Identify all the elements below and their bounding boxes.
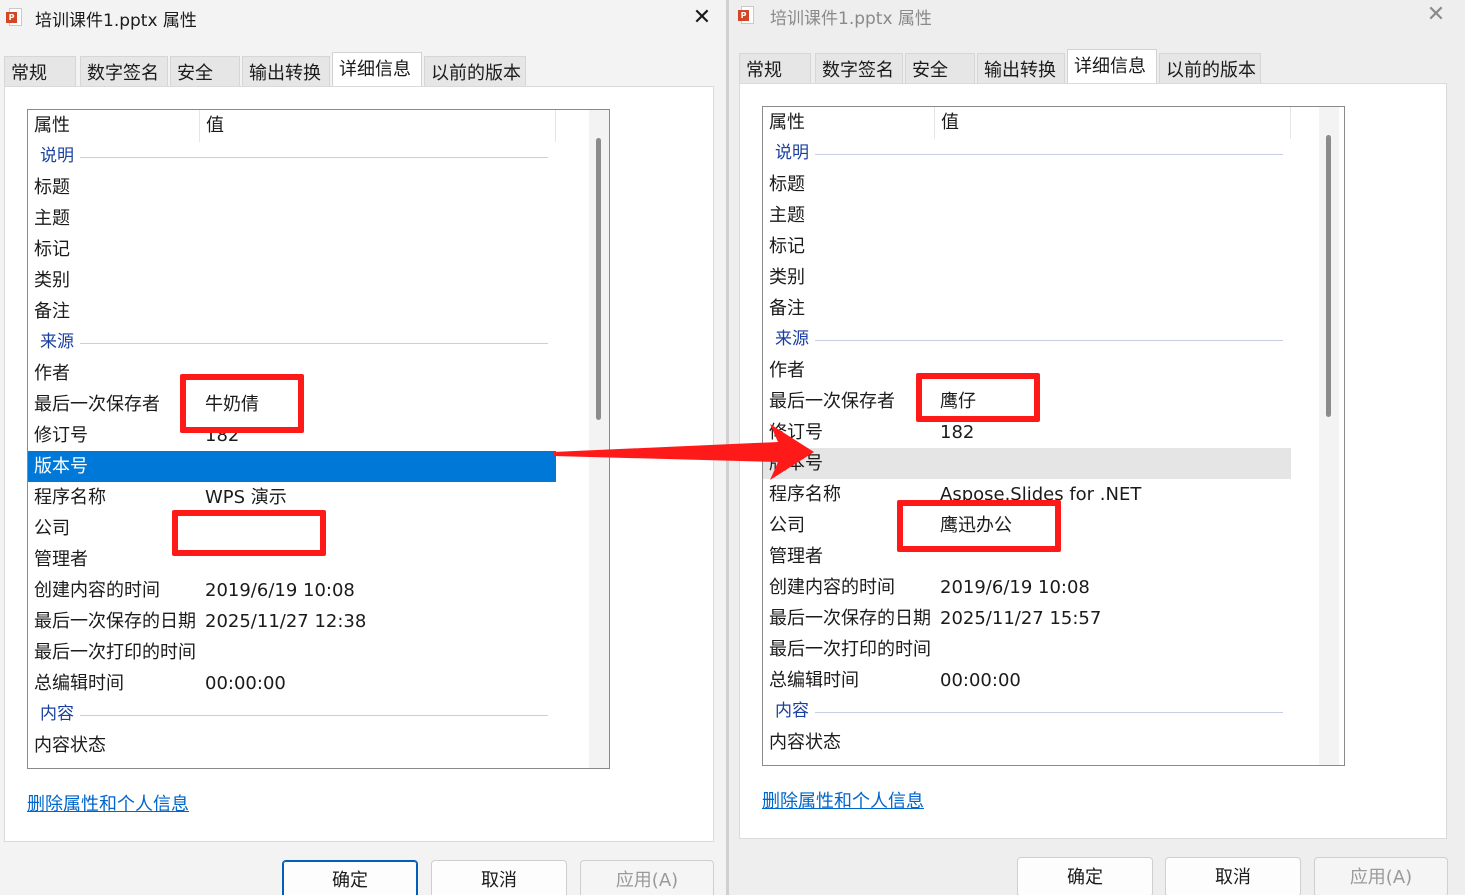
annotation-arrow-icon [553,424,814,480]
